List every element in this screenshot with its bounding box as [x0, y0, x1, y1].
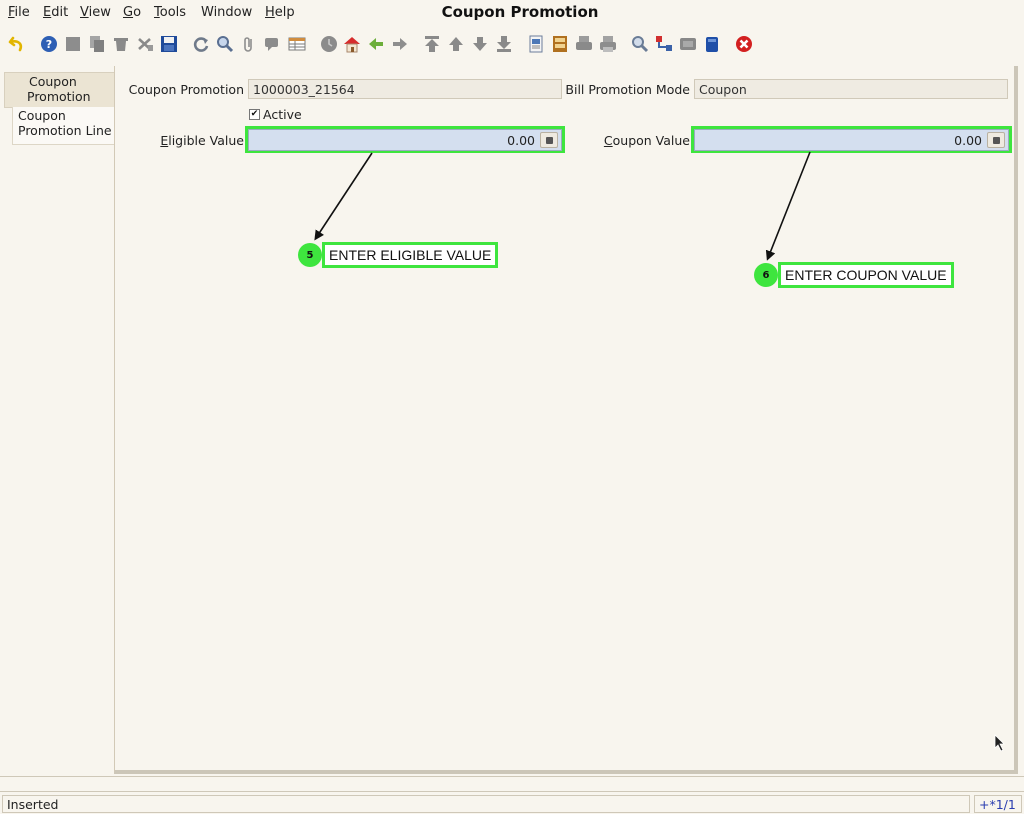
- report-icon[interactable]: [525, 33, 547, 55]
- eligible-value-field[interactable]: 0.00: [248, 129, 562, 151]
- first-record-icon[interactable]: [421, 33, 443, 55]
- detail-icon[interactable]: [389, 33, 411, 55]
- record-info[interactable]: +*1/1: [974, 795, 1022, 813]
- mouse-cursor-icon: [994, 734, 1005, 752]
- undo-icon[interactable]: [6, 33, 28, 55]
- coupon-value-field[interactable]: 0.00: [694, 129, 1009, 151]
- bill-promotion-mode-field[interactable]: Coupon: [694, 79, 1008, 99]
- copy-icon[interactable]: [86, 33, 108, 55]
- chat-icon[interactable]: [262, 33, 284, 55]
- coupon-value-text: 0.00: [954, 133, 982, 148]
- delete-selection-icon[interactable]: [134, 33, 156, 55]
- help-icon[interactable]: ?: [38, 33, 60, 55]
- tab-coupon-promotion[interactable]: Coupon Promotion: [4, 72, 114, 108]
- archive-icon[interactable]: [549, 33, 571, 55]
- attachment-icon[interactable]: [238, 33, 260, 55]
- last-record-icon[interactable]: [493, 33, 515, 55]
- coupon-promotion-label: Coupon Promotion: [128, 82, 244, 97]
- menu-bar: File Edit View Go Tools Window Help Coup…: [0, 0, 1024, 26]
- close-window-icon[interactable]: [733, 33, 755, 55]
- toolbar: ?: [0, 30, 1024, 60]
- next-record-icon[interactable]: [469, 33, 491, 55]
- step-5-callout: ENTER ELIGIBLE VALUE: [322, 242, 499, 268]
- home-icon[interactable]: [341, 33, 363, 55]
- delete-icon[interactable]: [110, 33, 132, 55]
- calculator-icon[interactable]: [987, 132, 1005, 148]
- find-icon[interactable]: [214, 33, 236, 55]
- status-bar: Inserted +*1/1: [0, 795, 1024, 814]
- svg-text:?: ?: [46, 38, 52, 51]
- tab-label-line2: Promotion: [27, 89, 91, 104]
- print-preview-icon[interactable]: [573, 33, 595, 55]
- grid-toggle-icon[interactable]: [286, 33, 308, 55]
- window-title: Coupon Promotion: [441, 3, 599, 21]
- calculator-icon[interactable]: [540, 132, 558, 148]
- product-info-icon[interactable]: [701, 33, 723, 55]
- new-icon[interactable]: [62, 33, 84, 55]
- refresh-icon[interactable]: [190, 33, 212, 55]
- eligible-value-text: 0.00: [507, 133, 535, 148]
- step-6-callout: ENTER COUPON VALUE: [778, 262, 954, 288]
- tab-label-line1: Coupon: [18, 108, 66, 123]
- form-panel: [114, 66, 1018, 774]
- zoom-across-icon[interactable]: [629, 33, 651, 55]
- status-message: Inserted: [2, 795, 970, 813]
- workflow-icon[interactable]: [653, 33, 675, 55]
- info-bar: [0, 776, 1024, 792]
- tab-label-line1: Coupon: [29, 74, 77, 89]
- tab-label-line2: Promotion Line: [18, 123, 112, 138]
- history-icon[interactable]: [318, 33, 340, 55]
- tab-coupon-promotion-line[interactable]: Coupon Promotion Line: [12, 107, 114, 145]
- save-icon[interactable]: [158, 33, 180, 55]
- previous-record-icon[interactable]: [445, 33, 467, 55]
- bill-promotion-mode-label: Bill Promotion Mode: [565, 82, 690, 97]
- active-checkbox[interactable]: ✔: [249, 109, 260, 120]
- step-6-badge: 6: [754, 263, 778, 287]
- coupon-promotion-field[interactable]: 1000003_21564: [248, 79, 562, 99]
- print-icon[interactable]: [597, 33, 619, 55]
- tab-list: Coupon Promotion Coupon Promotion Line: [0, 66, 114, 776]
- parent-icon[interactable]: [365, 33, 387, 55]
- eligible-value-label: Eligible Value: [160, 133, 244, 148]
- request-icon[interactable]: [677, 33, 699, 55]
- coupon-value-label: Coupon Value: [603, 133, 690, 148]
- step-5-badge: 5: [298, 243, 322, 267]
- active-label: Active: [263, 107, 302, 122]
